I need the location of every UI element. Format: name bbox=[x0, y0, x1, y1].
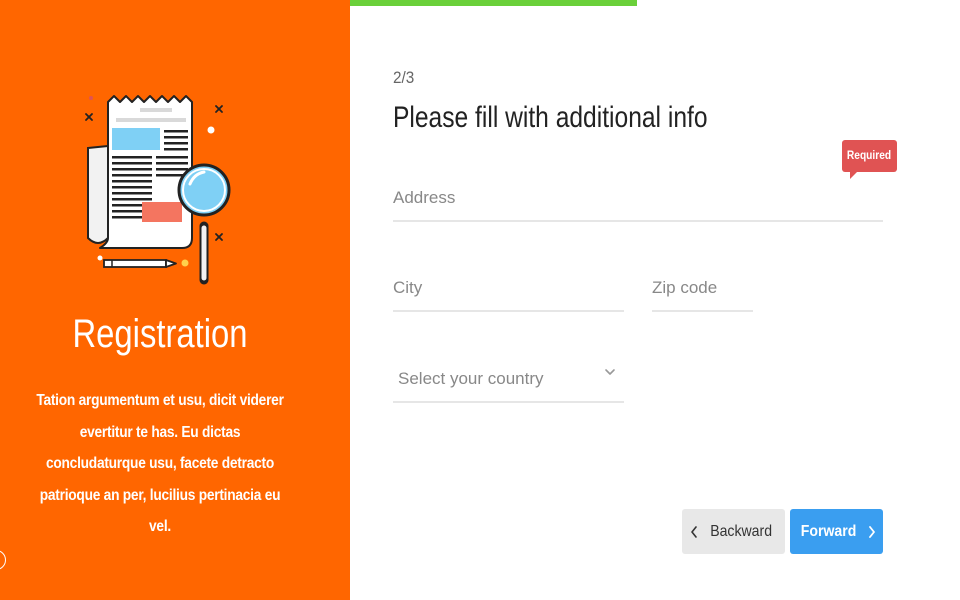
address-field-wrapper bbox=[393, 176, 883, 222]
required-badge: Required bbox=[842, 140, 897, 172]
forward-button[interactable]: Forward bbox=[790, 509, 883, 554]
progress-bar bbox=[350, 0, 960, 6]
chevron-left-icon bbox=[691, 525, 698, 538]
step-counter: 2/3 bbox=[393, 68, 415, 87]
zip-code-input[interactable] bbox=[652, 266, 753, 310]
newspaper-magnifier-icon bbox=[85, 95, 231, 285]
registration-description: Tation argumentum et usu, dicit viderer … bbox=[36, 392, 284, 535]
form-title: Please fill with additional info bbox=[393, 101, 708, 134]
chevron-right-icon bbox=[869, 525, 875, 538]
registration-title: Registration bbox=[72, 312, 248, 356]
city-input[interactable] bbox=[393, 266, 624, 310]
backward-button[interactable]: Backward bbox=[682, 509, 785, 554]
required-badge-label: Required bbox=[847, 148, 892, 162]
zip-field-wrapper bbox=[652, 266, 753, 312]
backward-button-label: Backward bbox=[710, 522, 773, 540]
country-select[interactable]: Select your country bbox=[393, 356, 624, 401]
progress-fill bbox=[350, 0, 637, 6]
sidebar-panel: Registration Tation argumentum et usu, d… bbox=[0, 0, 350, 600]
scroll-indicator-icon[interactable] bbox=[0, 550, 6, 570]
forward-button-label: Forward bbox=[800, 522, 857, 540]
country-field-wrapper: Select your country bbox=[393, 356, 624, 403]
address-input[interactable] bbox=[393, 176, 883, 220]
city-field-wrapper bbox=[393, 266, 624, 312]
